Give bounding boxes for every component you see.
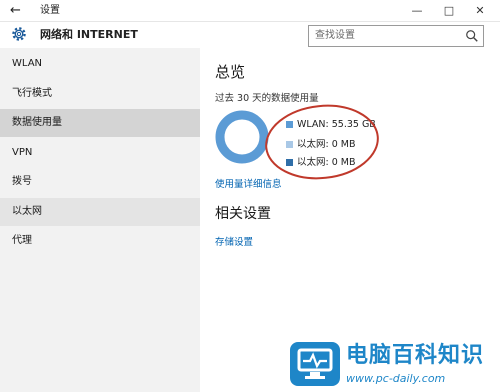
monitor-logo-icon — [290, 342, 340, 386]
search-icon[interactable] — [465, 29, 479, 43]
sidebar-item-wlan[interactable]: WLAN — [0, 50, 200, 78]
sidebar-item-airplane-mode[interactable]: 飞行模式 — [0, 80, 200, 108]
legend-label: 以太网: 0 MB — [297, 157, 356, 168]
sidebar-item-vpn[interactable]: VPN — [0, 139, 200, 167]
legend-swatch — [286, 121, 293, 128]
sidebar-item-label: VPN — [12, 147, 33, 158]
search-box[interactable]: 查找设置 — [308, 25, 484, 47]
legend-label: 以太网: 0 MB — [297, 139, 356, 150]
title-bar: ← 设置 — □ ✕ — [0, 0, 500, 22]
legend-label: WLAN: 55.35 GB — [297, 119, 376, 130]
sidebar-item-label: WLAN — [12, 58, 43, 69]
close-button[interactable]: ✕ — [471, 2, 489, 20]
legend-swatch — [286, 159, 293, 166]
sidebar-item-label: 飞行模式 — [12, 88, 52, 99]
sidebar-item-label: 以太网 — [12, 206, 42, 217]
related-settings-heading: 相关设置 — [215, 206, 271, 222]
sidebar-item-proxy[interactable]: 代理 — [0, 227, 200, 255]
storage-settings-link[interactable]: 存储设置 — [215, 236, 253, 249]
minimize-button[interactable]: — — [408, 2, 426, 20]
sidebar-item-label: 数据使用量 — [12, 117, 62, 128]
watermark-title: 电脑百科知识 — [346, 343, 485, 368]
data-usage-donut — [215, 110, 269, 164]
overview-heading: 总览 — [215, 63, 246, 81]
sidebar-item-label: 代理 — [12, 235, 32, 246]
back-arrow-icon[interactable]: ← — [10, 3, 26, 19]
window-title: 设置 — [40, 5, 60, 16]
sidebar: WLAN 飞行模式 数据使用量 VPN 拨号 以太网 代理 — [0, 48, 200, 392]
maximize-button[interactable]: □ — [440, 2, 458, 20]
watermark-url: www.pc-daily.com — [346, 372, 446, 385]
sidebar-item-dial-up[interactable]: 拨号 — [0, 168, 200, 196]
sidebar-item-label: 拨号 — [12, 176, 32, 187]
app-header: 网络和 INTERNET 查找设置 — [0, 22, 500, 48]
usage-details-link[interactable]: 使用量详细信息 — [215, 178, 282, 191]
watermark-logo: 电脑百科知识 www.pc-daily.com — [290, 336, 500, 392]
sidebar-item-data-usage[interactable]: 数据使用量 — [0, 109, 200, 137]
usage-subtitle: 过去 30 天的数据使用量 — [215, 93, 319, 104]
page-title: 网络和 INTERNET — [40, 28, 138, 41]
search-input[interactable]: 查找设置 — [315, 29, 355, 43]
sidebar-item-ethernet[interactable]: 以太网 — [0, 198, 200, 226]
gear-icon — [12, 27, 26, 41]
legend-swatch — [286, 141, 293, 148]
